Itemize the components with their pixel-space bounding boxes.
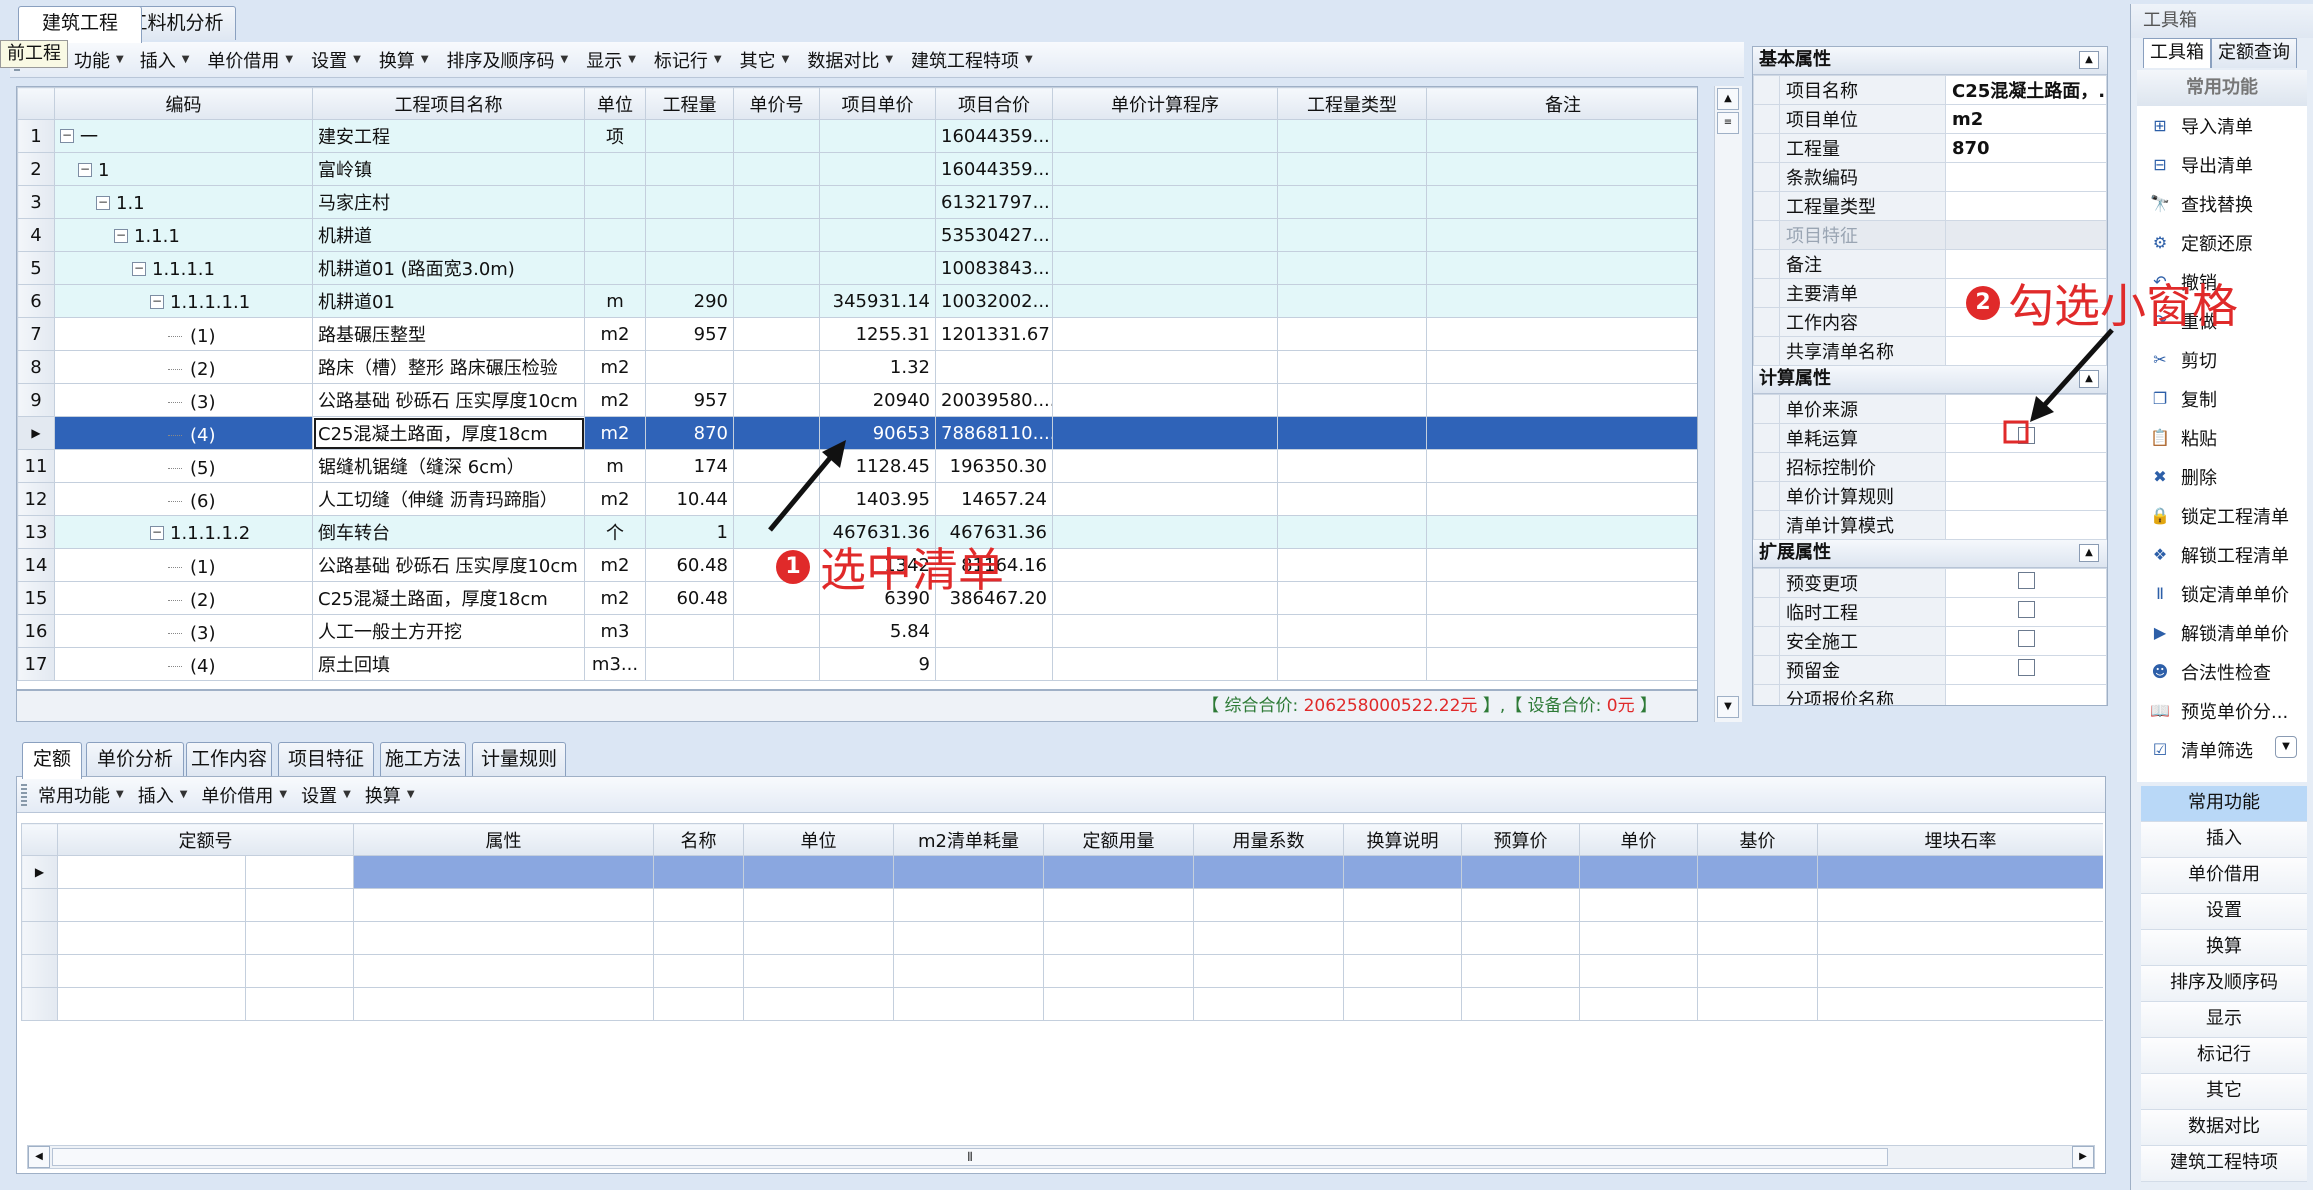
annotation-1-badge: 1 <box>776 550 810 584</box>
annotation-arrow-2 <box>2038 328 2114 412</box>
main-tab-0[interactable]: 建筑工程 <box>18 6 142 43</box>
annotation-checkbox-highlight <box>2003 420 2029 444</box>
annotation-2-badge: 2 <box>1966 286 2000 320</box>
annotation-arrow-1 <box>768 450 837 532</box>
annotation-overlay <box>768 328 2114 532</box>
annotation-2: 2 勾选小窗格 <box>1966 270 2238 336</box>
left-tooltip: 前工程 <box>0 40 68 68</box>
annotation-2-text: 勾选小窗格 <box>2008 279 2238 333</box>
app-window: 建筑工程 工料机分析 前工程 功能 ▼ 插入 ▼ 单价借用 ▼ 设置 ▼ 换算 ▼ 排序及顺序码 ▼ 显示… <box>0 0 2313 1190</box>
annotation-1: 1 选中清单 <box>776 534 1004 600</box>
quota-tab-0[interactable]: 定额 <box>22 742 82 779</box>
annotation-1-text: 选中清单 <box>820 543 1004 597</box>
